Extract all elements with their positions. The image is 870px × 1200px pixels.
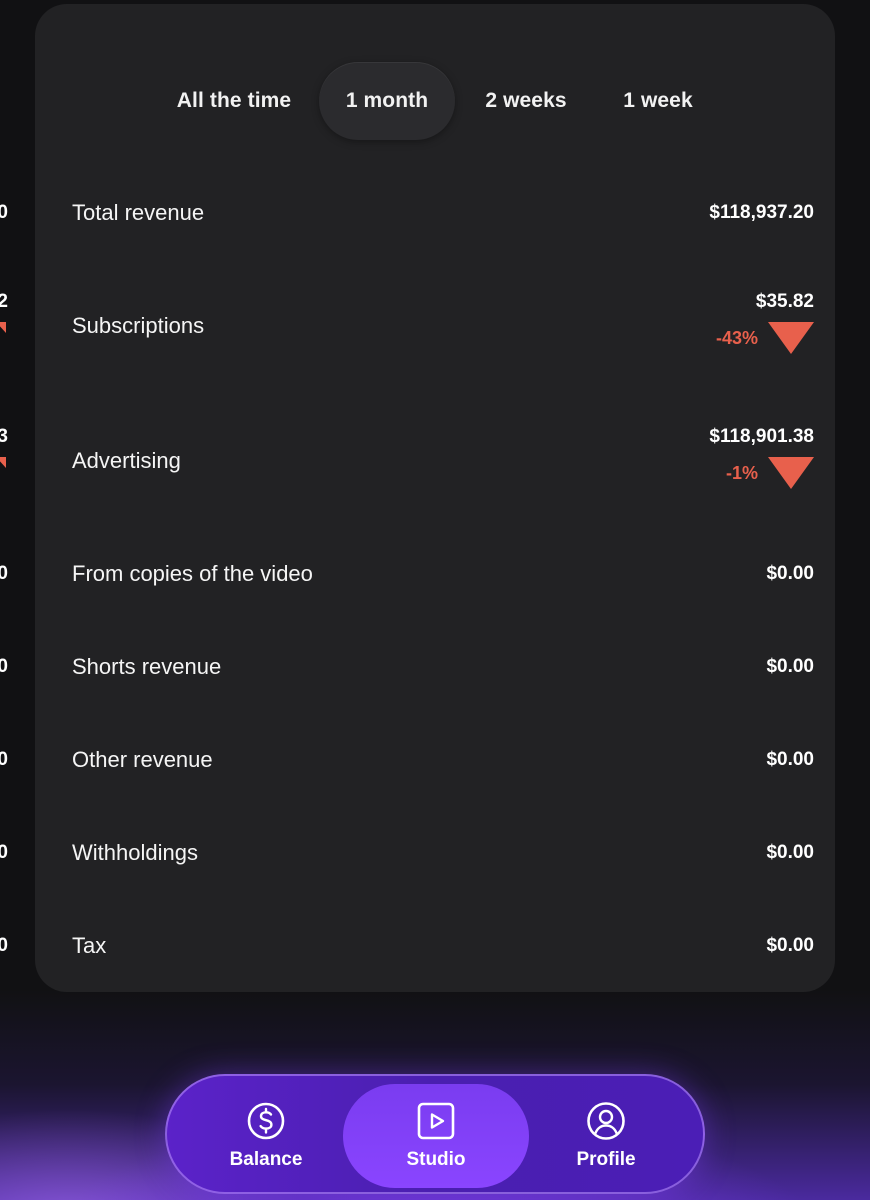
row-value: $118,901.38 [709,426,814,447]
peek-value: 0 [0,563,8,584]
tab-2-weeks[interactable]: 2 weeks [465,62,587,140]
row-value: $0.00 [766,749,814,770]
period-tabs: All the time 1 month 2 weeks 1 week [35,62,835,142]
nav-label: Studio [406,1149,466,1170]
row-label: Shorts revenue [72,654,222,679]
tab-1-month[interactable]: 1 month [319,62,455,140]
tab-all-the-time[interactable]: All the time [153,62,315,140]
peek-value: 2 [0,291,8,312]
row-label: Other revenue [72,747,213,772]
trend-down-icon [768,322,814,354]
row-label: Advertising [72,448,181,473]
peek-value: 0 [0,935,8,956]
row-label: Subscriptions [72,313,205,338]
row-value: $0.00 [766,842,814,863]
row-value: $35.82 [755,291,814,312]
nav-label: Balance [229,1149,303,1170]
row-label: Withholdings [72,840,198,865]
row-value: $0.00 [766,935,814,956]
nav-studio[interactable]: Studio [343,1084,529,1188]
bottom-navigation: Balance Studio Profile [165,1074,705,1194]
peek-value: 3 [0,426,8,447]
peek-value: 0 [0,656,8,677]
change-indicator: -1% [726,457,814,489]
peek-value: 0 [0,842,8,863]
change-percent: -43% [715,327,758,348]
revenue-card: All the time 1 month 2 weeks 1 week Tota… [35,4,835,992]
nav-balance[interactable]: Balance [173,1084,359,1188]
row-value: $118,937.20 [709,202,814,223]
row-label: From copies of the video [72,561,313,586]
row-label: Tax [72,933,107,958]
peek-trend-down-icon [0,457,6,468]
play-square-icon [417,1102,455,1140]
row-label: Total revenue [72,200,205,225]
row-value: $0.00 [766,563,814,584]
tab-1-week[interactable]: 1 week [603,62,713,140]
user-circle-icon [587,1102,625,1140]
change-indicator: -43% [716,322,814,354]
peek-trend-down-icon [0,322,6,333]
trend-down-icon [768,457,814,489]
nav-label: Profile [576,1149,636,1170]
nav-profile[interactable]: Profile [513,1084,699,1188]
peek-value: 0 [0,749,8,770]
row-value: $0.00 [766,656,814,677]
dollar-circle-icon [247,1102,285,1140]
change-percent: -1% [725,462,758,483]
peek-value: 0 [0,202,8,223]
